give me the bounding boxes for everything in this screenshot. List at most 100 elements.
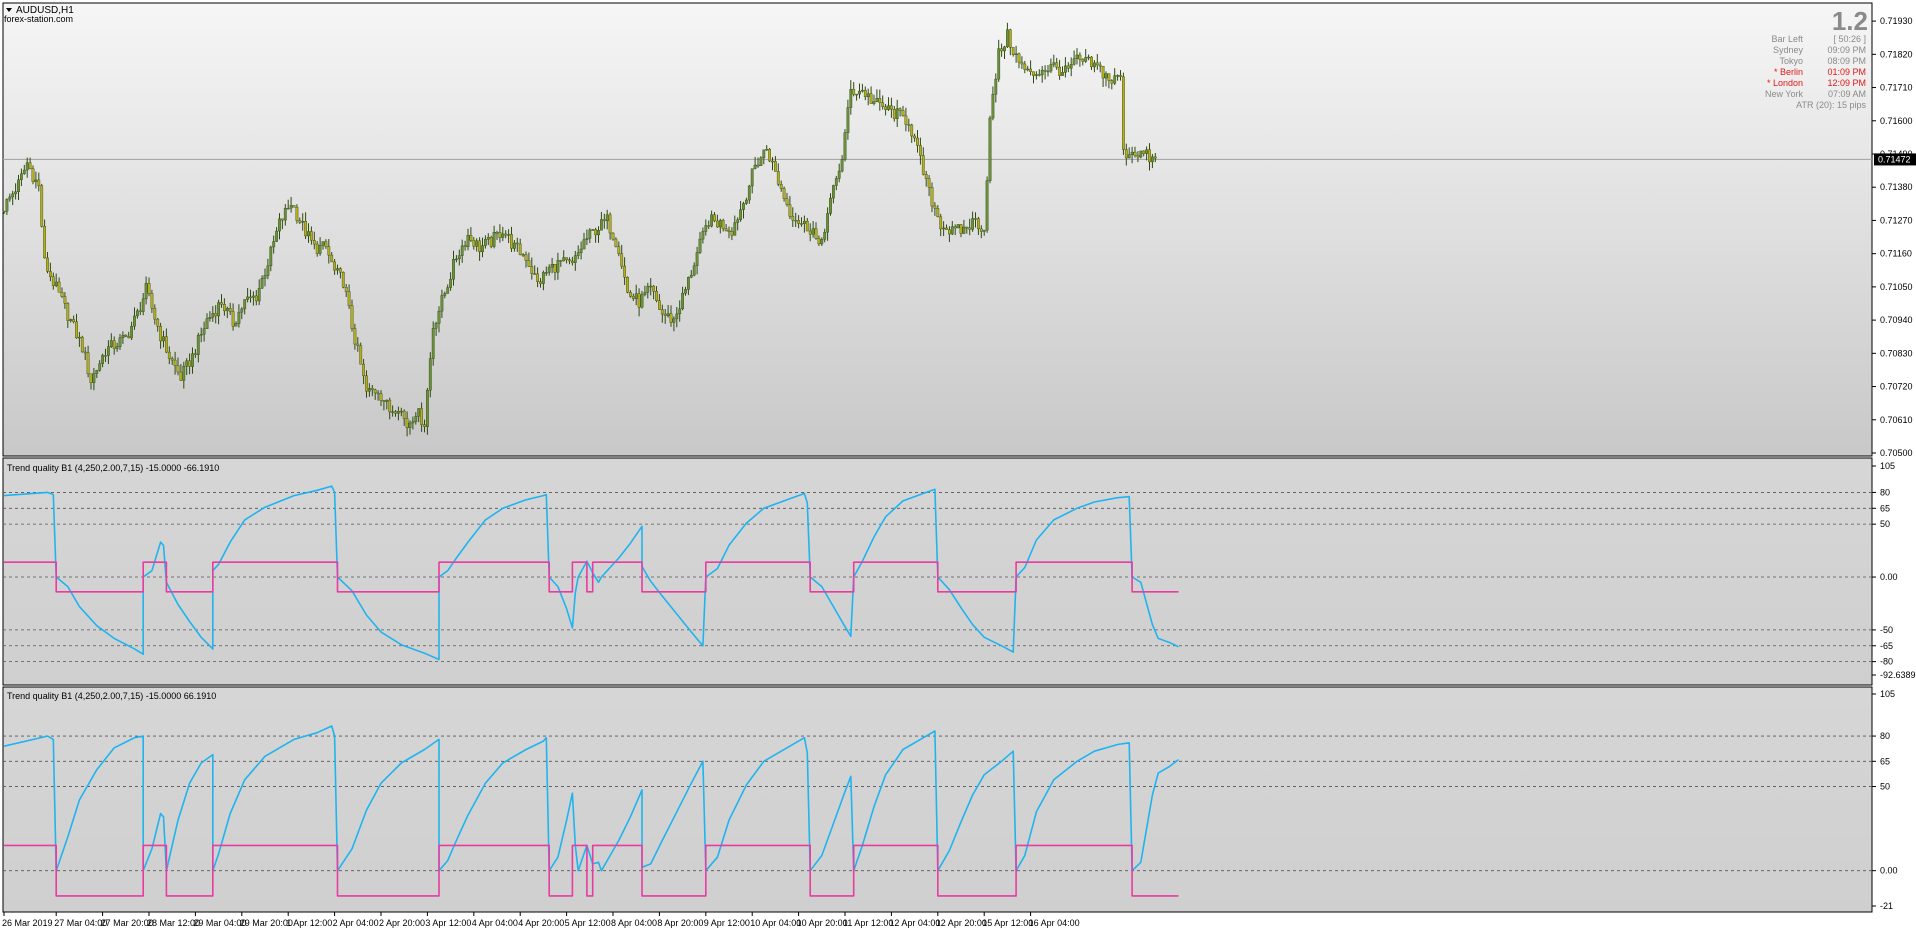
- info-big-value: 1.2: [1832, 6, 1868, 36]
- candle-body: [75, 321, 78, 339]
- candle-body: [936, 208, 940, 218]
- candle-body: [295, 206, 299, 221]
- candle-body: [681, 293, 685, 310]
- candle-body: [513, 242, 516, 249]
- candle-body: [164, 336, 168, 353]
- candle-body: [1037, 74, 1041, 76]
- candle-body: [327, 246, 331, 256]
- candle-body: [678, 308, 682, 315]
- candle-body: [214, 313, 218, 317]
- candle-body: [887, 105, 890, 110]
- chart-canvas[interactable]: 0.719300.718200.717100.716000.714900.713…: [0, 0, 1916, 933]
- candle-body: [901, 110, 905, 117]
- watermark-text: forex-station.com: [4, 14, 73, 24]
- candle-body: [225, 308, 229, 312]
- candle-body: [1081, 59, 1085, 62]
- candle-body: [34, 179, 38, 182]
- candle-body: [208, 317, 212, 319]
- time-tick-label: 28 Mar 12:00: [147, 918, 200, 928]
- candle-body: [655, 291, 658, 301]
- candle-body: [202, 328, 206, 335]
- candle-body: [1058, 66, 1062, 76]
- candle-body: [60, 292, 64, 297]
- candle-body: [286, 207, 290, 210]
- time-tick-label: 16 Apr 04:00: [1029, 918, 1080, 928]
- session-value: 07:09 AM: [1828, 89, 1866, 99]
- candle-body: [428, 358, 432, 391]
- candle-body: [95, 370, 99, 374]
- candle-body: [484, 239, 487, 246]
- candle-body: [591, 229, 595, 231]
- candle-body: [994, 78, 998, 95]
- candle-body: [365, 375, 368, 392]
- candle-body: [576, 252, 580, 256]
- session-value: 08:09 PM: [1827, 56, 1866, 66]
- session-value: 09:09 PM: [1827, 45, 1866, 55]
- candle-body: [602, 219, 606, 222]
- candle-body: [310, 231, 313, 241]
- time-tick-label: 2 Apr 20:00: [379, 918, 425, 928]
- candle-body: [167, 351, 171, 359]
- candle-body: [997, 48, 1001, 80]
- candle-body: [556, 260, 560, 273]
- candle-body: [312, 240, 316, 245]
- candle-body: [339, 268, 342, 273]
- indicator2-title: Trend quality B1 (4,250,2.00,7,15) -15.0…: [7, 691, 216, 701]
- candle-body: [768, 148, 772, 162]
- candle-body: [588, 229, 592, 239]
- candle-body: [849, 88, 853, 108]
- candle-body: [402, 410, 406, 419]
- candle-body: [623, 265, 627, 278]
- candle-body: [304, 221, 307, 237]
- candle-body: [820, 239, 824, 245]
- candle-body: [43, 226, 47, 259]
- candle-body: [701, 231, 705, 240]
- candle-body: [1087, 56, 1091, 59]
- candle-body: [417, 408, 421, 417]
- candle-body: [710, 214, 714, 227]
- candle-body: [953, 226, 957, 229]
- time-tick-label: 26 Mar 2019: [2, 918, 53, 928]
- candle-body: [182, 366, 186, 381]
- candle-body: [504, 233, 508, 236]
- candle-body: [176, 365, 180, 373]
- candle-body: [959, 224, 963, 234]
- candle-body: [658, 300, 661, 310]
- candle-body: [234, 323, 238, 327]
- candle-body: [826, 213, 830, 233]
- indicator-tick-label: 0.00: [1880, 866, 1898, 876]
- candle-body: [721, 220, 725, 229]
- session-label: * Berlin: [1774, 67, 1803, 77]
- mt4-chart-window[interactable]: 0.719300.718200.717100.716000.714900.713…: [0, 0, 1916, 933]
- candle-body: [1139, 150, 1143, 158]
- candle-body: [257, 288, 261, 302]
- candle-body: [1052, 62, 1056, 65]
- candle-body: [481, 245, 484, 253]
- candle-body: [298, 220, 302, 223]
- candle-body: [605, 214, 609, 222]
- price-tick-label: 0.71050: [1880, 282, 1913, 292]
- candle-body: [1095, 62, 1099, 66]
- candle-body: [594, 229, 598, 236]
- candle-body: [892, 109, 896, 119]
- candle-body: [31, 168, 35, 182]
- candle-body: [431, 328, 435, 359]
- session-value: 12:09 PM: [1827, 78, 1866, 88]
- candle-body: [333, 261, 336, 271]
- candle-body: [1032, 71, 1035, 76]
- candle-body: [1014, 53, 1018, 56]
- candle-body: [597, 230, 600, 236]
- candle-body: [376, 392, 380, 395]
- candle-body: [742, 203, 745, 210]
- price-tick-label: 0.70940: [1880, 315, 1913, 325]
- candle-body: [153, 308, 157, 320]
- candle-body: [945, 227, 948, 230]
- candle-body: [866, 93, 870, 98]
- candle-body: [663, 313, 667, 316]
- candle-body: [138, 310, 142, 313]
- candle-body: [547, 266, 551, 273]
- candle-body: [112, 340, 116, 349]
- candle-body: [49, 271, 52, 277]
- price-tick-label: 0.70610: [1880, 415, 1913, 425]
- candle-body: [475, 240, 479, 247]
